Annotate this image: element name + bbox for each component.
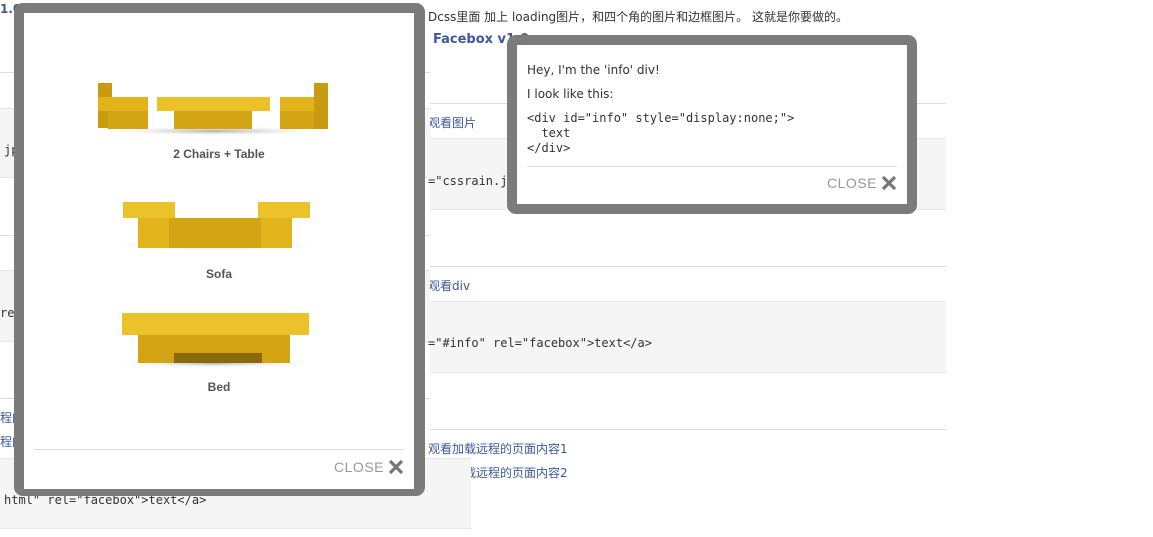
info-facebox: Hey, I'm the 'info' div! I look like thi… [507, 35, 917, 214]
facebox-content: 2 Chairs + Table Sofa Bed CLOSE [24, 13, 414, 489]
info-text-line1: Hey, I'm the 'info' div! [527, 63, 660, 77]
close-button[interactable]: CLOSE [827, 175, 897, 191]
furniture-image: 2 Chairs + Table Sofa Bed [24, 13, 414, 413]
link-view-image[interactable]: 观看图片 [428, 114, 476, 131]
footer-divider [527, 166, 897, 167]
close-icon [388, 459, 404, 475]
info-code-block: <div id="info" style="display:none;"> te… [527, 111, 794, 156]
close-label: CLOSE [827, 175, 877, 191]
link-view-div[interactable]: 观看div [428, 277, 470, 294]
code-line: text [527, 126, 571, 140]
furniture-illustration [94, 83, 334, 368]
close-button[interactable]: CLOSE [334, 459, 404, 475]
code-line: <div id="info" style="display:none;"> [527, 111, 795, 125]
divider [430, 429, 946, 430]
caption-sofa: Sofa [205, 267, 232, 281]
image-facebox: 2 Chairs + Table Sofa Bed CLOSE [14, 3, 425, 496]
close-icon [881, 175, 897, 191]
code-snippet-div: ="#info" rel="facebox">text</a> [428, 336, 652, 350]
facebox-content: Hey, I'm the 'info' div! I look like thi… [517, 45, 907, 204]
caption-bed: Bed [207, 380, 231, 394]
close-label: CLOSE [334, 459, 384, 475]
caption-chairs-table: 2 Chairs + Table [173, 147, 265, 161]
divider [430, 266, 946, 267]
info-text-line2: I look like this: [527, 87, 614, 101]
link-remote-page-1[interactable]: 观看加载远程的页面内容1 [428, 440, 568, 457]
footer-divider [34, 449, 404, 450]
code-line: </div> [527, 141, 571, 155]
intro-text: Dcss里面 加上 loading图片，和四个角的图片和边框图片。 这就是你要做… [428, 10, 848, 24]
